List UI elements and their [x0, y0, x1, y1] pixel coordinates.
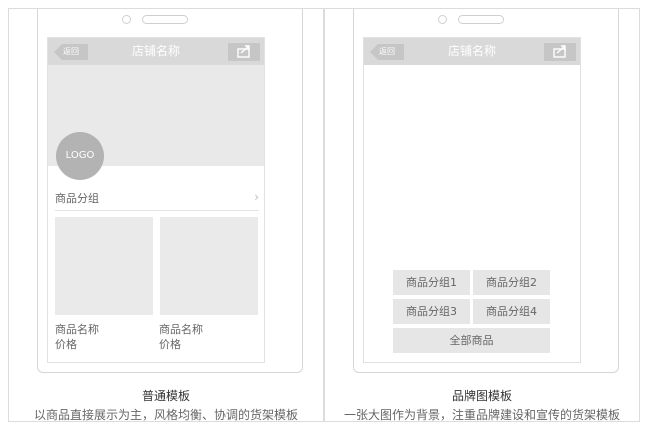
product-image[interactable]	[55, 217, 153, 315]
speaker-icon	[458, 15, 504, 24]
product-price: 价格	[55, 338, 77, 351]
product-group-row[interactable]: 商品分组 ›	[55, 186, 259, 211]
product-group-button[interactable]: 商品分组2	[473, 270, 550, 295]
all-products-button[interactable]: 全部商品	[393, 328, 550, 353]
phone-screen: 返回 店铺名称 商品分组1 商品分组2 商品分组3 商品分组4 全部商品	[363, 37, 581, 363]
nav-bar: 返回 店铺名称	[364, 38, 580, 65]
template-card-brand[interactable]: 返回 店铺名称 商品分组1 商品分组2 商品分组3 商品分组4 全部商品 品牌图…	[324, 8, 640, 422]
product-group-button[interactable]: 商品分组3	[393, 299, 470, 324]
product-name: 商品名称	[159, 323, 203, 336]
product-group-button[interactable]: 商品分组4	[473, 299, 550, 324]
template-card-standard[interactable]: 返回 店铺名称 LOGO 商品分组 › 商品名称 价格 商品名称 价格 普通模板…	[8, 8, 324, 422]
product-group-label: 商品分组	[55, 192, 99, 205]
product-name: 商品名称	[55, 323, 99, 336]
share-icon	[553, 45, 566, 58]
product-group-button[interactable]: 商品分组1	[393, 270, 470, 295]
phone-screen: 返回 店铺名称 LOGO 商品分组 › 商品名称 价格 商品名称 价格	[47, 37, 265, 363]
nav-bar: 返回 店铺名称	[48, 38, 264, 65]
template-title: 品牌图模板	[451, 389, 512, 403]
share-button[interactable]	[544, 43, 576, 61]
template-description: 一张大图作为背景，注重品牌建设和宣传的货架模板	[343, 408, 620, 422]
template-title: 普通模板	[141, 389, 190, 403]
product-image[interactable]	[160, 217, 258, 315]
camera-icon	[122, 15, 131, 24]
share-button[interactable]	[228, 43, 260, 61]
logo-badge: LOGO	[56, 132, 104, 180]
phone-mockup: 返回 店铺名称 商品分组1 商品分组2 商品分组3 商品分组4 全部商品	[353, 9, 619, 373]
camera-icon	[438, 15, 447, 24]
product-price: 价格	[159, 338, 181, 351]
speaker-icon	[142, 15, 188, 24]
phone-mockup: 返回 店铺名称 LOGO 商品分组 › 商品名称 价格 商品名称 价格	[37, 9, 303, 373]
chevron-right-icon: ›	[254, 190, 259, 204]
template-description: 以商品直接展示为主，风格均衡、协调的货架模板	[33, 408, 298, 422]
share-icon	[237, 45, 250, 58]
